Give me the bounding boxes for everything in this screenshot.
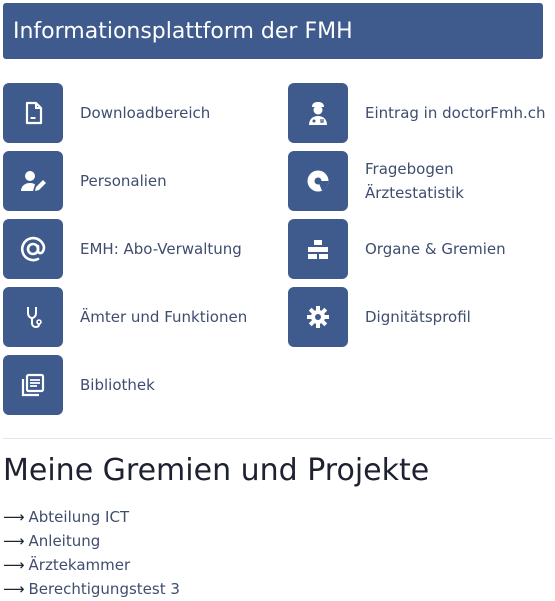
- tile-label[interactable]: Eintrag in doctorFmh.ch: [365, 101, 546, 125]
- tile-dignitaetsprofil[interactable]: Dignitätsprofil: [288, 287, 471, 347]
- tile-downloadbereich[interactable]: Downloadbereich: [3, 83, 210, 143]
- link-label[interactable]: Ärztekammer: [29, 556, 131, 574]
- tile-organe[interactable]: Organe & Gremien: [288, 219, 506, 279]
- list-item[interactable]: ⟶ Abteilung ICT: [3, 505, 180, 529]
- org-chart-icon[interactable]: [288, 219, 348, 279]
- user-edit-icon[interactable]: [3, 151, 63, 211]
- section-divider: [3, 438, 553, 439]
- tile-label[interactable]: Bibliothek: [80, 373, 155, 397]
- tile-doctorfmh[interactable]: Eintrag in doctorFmh.ch: [288, 83, 546, 143]
- tile-label[interactable]: Personalien: [80, 169, 167, 193]
- stethoscope-icon[interactable]: [3, 287, 63, 347]
- link-label[interactable]: Anleitung: [29, 532, 101, 550]
- library-icon[interactable]: [3, 355, 63, 415]
- list-item[interactable]: ⟶ Ärztekammer: [3, 553, 180, 577]
- tile-label[interactable]: Ämter und Funktionen: [80, 305, 247, 329]
- arrow-icon: ⟶: [3, 532, 25, 550]
- list-item[interactable]: ⟶ Anleitung: [3, 529, 180, 553]
- tile-bibliothek[interactable]: Bibliothek: [3, 355, 155, 415]
- link-label[interactable]: Abteilung ICT: [29, 508, 130, 526]
- link-label[interactable]: Berechtigungstest 3: [29, 580, 180, 598]
- tile-emh-abo[interactable]: EMH: Abo-Verwaltung: [3, 219, 242, 279]
- pie-chart-icon[interactable]: [288, 151, 348, 211]
- section-title: Meine Gremien und Projekte: [3, 453, 430, 488]
- tile-label[interactable]: EMH: Abo-Verwaltung: [80, 237, 242, 261]
- doctor-icon[interactable]: [288, 83, 348, 143]
- tile-fragebogen[interactable]: Fragebogen Ärztestatistik: [288, 151, 464, 211]
- tile-label[interactable]: Downloadbereich: [80, 101, 210, 125]
- tile-label[interactable]: Dignitätsprofil: [365, 305, 471, 329]
- page-header: Informationsplattform der FMH: [3, 3, 543, 59]
- arrow-icon: ⟶: [3, 556, 25, 574]
- arrow-icon: ⟶: [3, 580, 25, 598]
- tile-aemter[interactable]: Ämter und Funktionen: [3, 287, 247, 347]
- list-item[interactable]: ⟶ Berechtigungstest 3: [3, 577, 180, 601]
- tile-personalien[interactable]: Personalien: [3, 151, 167, 211]
- tile-label[interactable]: Organe & Gremien: [365, 237, 506, 261]
- project-links: ⟶ Abteilung ICT ⟶ Anleitung ⟶ Ärztekammer ⟶…: [3, 505, 180, 601]
- tile-label[interactable]: Fragebogen Ärztestatistik: [365, 157, 464, 205]
- header-title: Informationsplattform der FMH: [13, 18, 353, 44]
- file-icon[interactable]: [3, 83, 63, 143]
- arrow-icon: ⟶: [3, 508, 25, 526]
- gear-icon[interactable]: [288, 287, 348, 347]
- at-icon[interactable]: [3, 219, 63, 279]
